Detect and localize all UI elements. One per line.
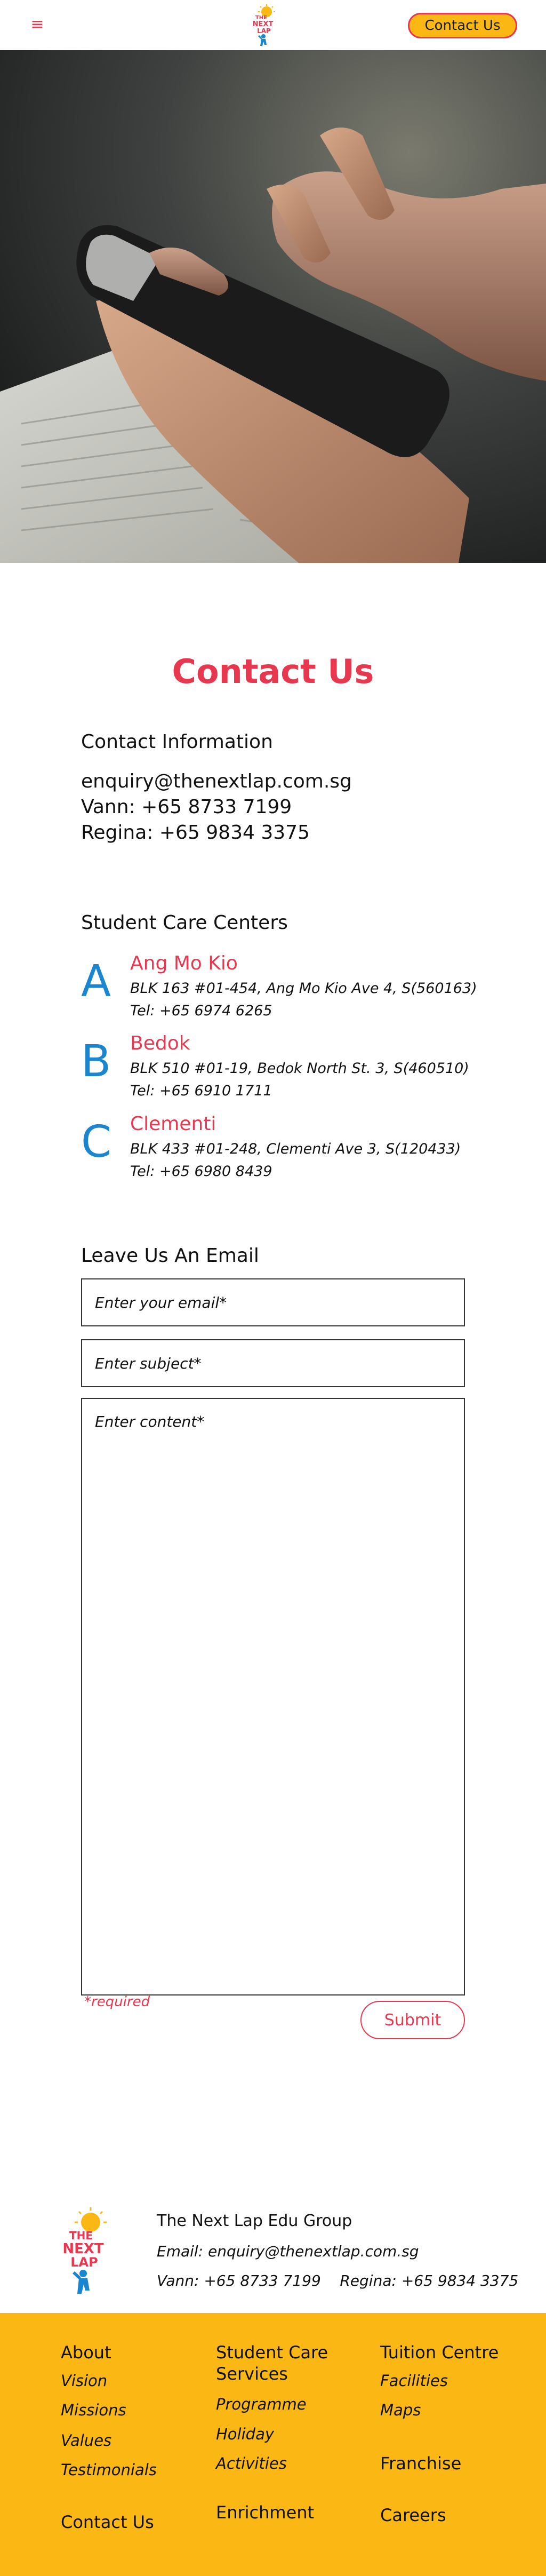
logo-word-lap: LAP	[70, 2255, 98, 2270]
footer-link-contact-us[interactable]: Contact Us	[61, 2512, 154, 2532]
logo-word-lap: LAP	[257, 27, 271, 35]
center-tel[interactable]: Tel: +65 6910 1711	[130, 1083, 272, 1099]
footer-link-franchise[interactable]: Franchise	[380, 2453, 461, 2474]
footer-link-values[interactable]: Values	[61, 2431, 111, 2450]
submit-button[interactable]: Submit	[360, 2001, 465, 2039]
contact-us-button[interactable]: Contact Us	[408, 13, 517, 38]
runner-figure-icon	[73, 2270, 90, 2294]
footer-org-name: The Next Lap Edu Group	[157, 2212, 352, 2230]
footer-logo[interactable]: THE NEXT LAP	[53, 2206, 117, 2297]
footer-nav: About Vision Missions Values Testimonial…	[0, 2313, 546, 2576]
footer-link-vision[interactable]: Vision	[61, 2372, 107, 2390]
contact-phone-vann[interactable]: Vann: +65 8733 7199	[81, 796, 292, 818]
center-ang-mo-kio: A Ang Mo Kio BLK 163 #01-454, Ang Mo Kio…	[81, 952, 486, 1032]
hamburger-menu-icon[interactable]: ≡	[29, 16, 46, 33]
center-tel[interactable]: Tel: +65 6980 8439	[130, 1163, 272, 1180]
center-letter-c: C	[81, 1117, 112, 1167]
footer-link-student-care-services[interactable]: Services	[216, 2364, 288, 2384]
contact-email-link[interactable]: enquiry@thenextlap.com.sg	[81, 770, 352, 792]
footer-link-about[interactable]: About	[61, 2342, 111, 2363]
subject-input[interactable]: Enter subject*	[81, 1339, 465, 1387]
hero-image	[0, 50, 546, 563]
center-name: Ang Mo Kio	[130, 952, 238, 974]
site-header: ≡ THE NEXT LAP Contact Us	[0, 0, 546, 50]
page-title: Contact Us	[172, 652, 374, 691]
footer-link-enrichment[interactable]: Enrichment	[216, 2502, 314, 2523]
center-letter-b: B	[81, 1036, 111, 1087]
student-care-centers-heading: Student Care Centers	[81, 912, 288, 934]
required-note: *required	[84, 1994, 150, 2010]
center-address: BLK 163 #01-454, Ang Mo Kio Ave 4, S(560…	[130, 980, 477, 997]
center-letter-a: A	[81, 956, 111, 1007]
footer-link-careers[interactable]: Careers	[380, 2505, 446, 2525]
footer-link-facilities[interactable]: Facilities	[380, 2372, 448, 2390]
logo-word-the: THE	[69, 2229, 93, 2242]
leave-email-heading: Leave Us An Email	[81, 1245, 259, 1267]
center-address: BLK 433 #01-248, Clementi Ave 3, S(12043…	[130, 1141, 461, 1157]
footer-link-activities[interactable]: Activities	[216, 2454, 287, 2472]
the-next-lap-logo[interactable]: THE NEXT LAP	[245, 3, 283, 48]
content-textarea[interactable]: Enter content*	[81, 1398, 465, 1995]
phone-in-hands-photo	[0, 50, 546, 563]
footer-link-testimonials[interactable]: Testimonials	[61, 2461, 157, 2479]
contact-information-heading: Contact Information	[81, 731, 273, 753]
footer-link-missions[interactable]: Missions	[61, 2401, 126, 2419]
runner-figure-icon	[258, 34, 267, 46]
footer-link-maps[interactable]: Maps	[380, 2401, 421, 2419]
sun-rays-icon	[75, 2207, 107, 2232]
footer-email[interactable]: Email: enquiry@thenextlap.com.sg	[157, 2243, 419, 2260]
center-clementi: C Clementi BLK 433 #01-248, Clementi Ave…	[81, 1113, 486, 1193]
center-address: BLK 510 #01-19, Bedok North St. 3, S(460…	[130, 1060, 469, 1077]
contact-phone-regina[interactable]: Regina: +65 9834 3375	[81, 822, 310, 844]
footer-link-programme[interactable]: Programme	[216, 2395, 307, 2413]
footer-phones: Vann: +65 8733 7199 Regina: +65 9834 337…	[157, 2272, 519, 2289]
center-tel[interactable]: Tel: +65 6974 6265	[130, 1003, 272, 1019]
footer-link-student-care[interactable]: Student Care	[216, 2342, 328, 2363]
footer-link-holiday[interactable]: Holiday	[216, 2425, 274, 2443]
center-bedok: B Bedok BLK 510 #01-19, Bedok North St. …	[81, 1032, 486, 1112]
footer-link-tuition-centre[interactable]: Tuition Centre	[380, 2342, 499, 2363]
email-input[interactable]: Enter your email*	[81, 1278, 465, 1326]
center-name: Clementi	[130, 1113, 216, 1135]
center-name: Bedok	[130, 1032, 190, 1054]
